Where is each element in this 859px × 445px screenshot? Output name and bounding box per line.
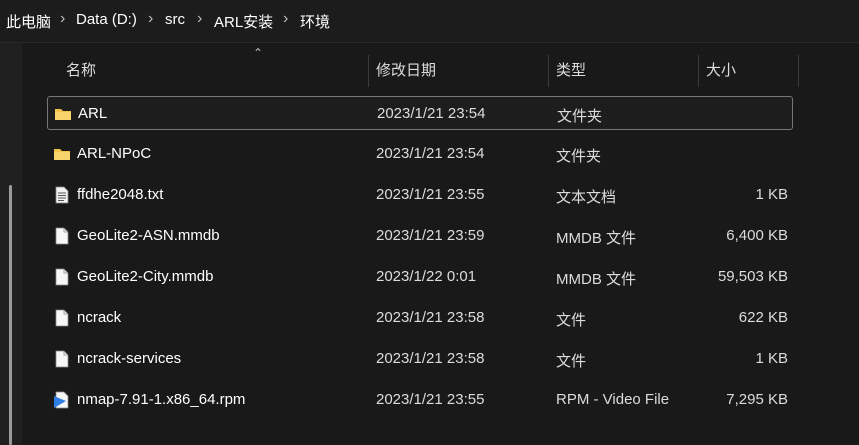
folder-icon (53, 145, 71, 163)
file-name: ncrack-services (77, 350, 182, 367)
column-header-row: ⌃ 名称 修改日期 类型 大小 (45, 46, 805, 90)
column-header-size[interactable]: 大小 (706, 52, 736, 90)
file-row[interactable]: GeoLite2-ASN.mmdb 2023/1/21 23:59 MMDB 文… (47, 219, 793, 253)
column-header-name[interactable]: 名称 (66, 52, 96, 90)
chevron-right-icon[interactable]: › (197, 10, 207, 30)
file-type: MMDB 文件 (556, 230, 636, 247)
file-date: 2023/1/21 23:58 (376, 309, 485, 326)
file-type: 文件 (556, 353, 587, 370)
file-row[interactable]: ffdhe2048.txt 2023/1/21 23:55 文本文档 1 KB (47, 178, 793, 212)
file-date: 2023/1/22 0:01 (376, 268, 477, 285)
file-type: RPM - Video File (556, 391, 670, 408)
file-date: 2023/1/21 23:54 (377, 105, 486, 122)
chevron-right-icon[interactable]: › (148, 10, 158, 30)
file-type: 文本文档 (556, 189, 617, 206)
file-size: 1 KB (755, 186, 788, 203)
file-name: nmap-7.91-1.x86_64.rpm (77, 391, 246, 408)
breadcrumb-item-arl-install[interactable]: ARL安装 (214, 11, 273, 32)
file-type: 文件夹 (557, 108, 603, 125)
file-icon (53, 350, 71, 368)
file-size: 59,503 KB (717, 268, 788, 285)
file-size: 7,295 KB (726, 391, 788, 408)
column-header-modified[interactable]: 修改日期 (376, 52, 436, 90)
file-row[interactable]: ncrack 2023/1/21 23:58 文件 622 KB (47, 301, 793, 335)
column-header-type[interactable]: 类型 (556, 52, 586, 90)
breadcrumb-item-this-pc[interactable]: 此电脑 (6, 11, 51, 32)
scrollbar[interactable] (9, 185, 12, 445)
file-name: GeoLite2-ASN.mmdb (77, 227, 220, 244)
file-name: ARL (78, 105, 108, 122)
column-divider[interactable] (698, 55, 699, 87)
breadcrumb: 此电脑 › Data (D:) › src › ARL安装 › 环境 (0, 0, 859, 43)
video-file-icon (53, 391, 71, 409)
folder-icon (54, 105, 72, 123)
file-name: GeoLite2-City.mmdb (77, 268, 214, 285)
file-size: 6,400 KB (726, 227, 788, 244)
file-date: 2023/1/21 23:54 (376, 145, 485, 162)
file-type: 文件 (556, 312, 587, 329)
file-icon (53, 268, 71, 286)
file-row[interactable]: ARL-NPoC 2023/1/21 23:54 文件夹 (47, 137, 793, 171)
file-row[interactable]: ncrack-services 2023/1/21 23:58 文件 1 KB (47, 342, 793, 376)
file-icon (53, 309, 71, 327)
file-date: 2023/1/21 23:59 (376, 227, 485, 244)
breadcrumb-item-drive[interactable]: Data (D:) (76, 11, 137, 28)
file-size: 622 KB (738, 309, 788, 326)
file-row[interactable]: nmap-7.91-1.x86_64.rpm 2023/1/21 23:55 R… (47, 383, 793, 417)
column-divider[interactable] (368, 55, 369, 87)
file-date: 2023/1/21 23:58 (376, 350, 485, 367)
file-row[interactable]: GeoLite2-City.mmdb 2023/1/22 0:01 MMDB 文… (47, 260, 793, 294)
file-type: MMDB 文件 (556, 271, 636, 288)
file-size: 1 KB (755, 350, 788, 367)
chevron-right-icon[interactable]: › (283, 10, 293, 30)
file-row[interactable]: ARL 2023/1/21 23:54 文件夹 (47, 96, 793, 130)
file-name: ARL-NPoC (77, 145, 152, 162)
file-name: ncrack (77, 309, 122, 326)
column-divider[interactable] (798, 55, 799, 87)
text-file-icon (53, 186, 71, 204)
file-name: ffdhe2048.txt (77, 186, 164, 203)
file-icon (53, 227, 71, 245)
file-date: 2023/1/21 23:55 (376, 186, 485, 203)
file-date: 2023/1/21 23:55 (376, 391, 485, 408)
sort-ascending-icon: ⌃ (253, 46, 264, 60)
breadcrumb-item-src[interactable]: src (165, 11, 185, 28)
column-divider[interactable] (548, 55, 549, 87)
chevron-right-icon[interactable]: › (60, 10, 70, 30)
file-type: 文件夹 (556, 148, 602, 165)
breadcrumb-item-env[interactable]: 环境 (300, 11, 330, 32)
